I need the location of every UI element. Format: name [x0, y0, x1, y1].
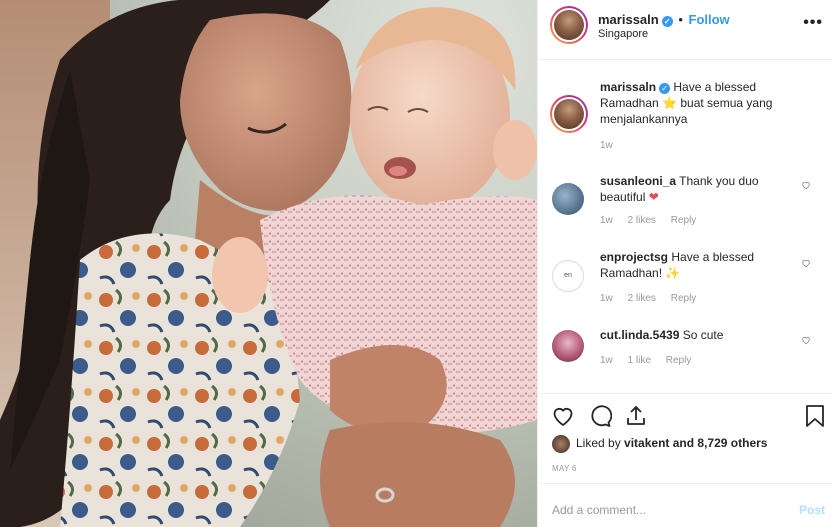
comment-likes[interactable]: 1 like: [628, 355, 651, 366]
commenter-avatar[interactable]: en: [552, 260, 584, 292]
comment-text: susanleoni_a Thank you duo beautiful ❤: [600, 174, 759, 204]
comment-text: cut.linda.5439 So cute: [600, 328, 724, 342]
post-photo[interactable]: [0, 0, 537, 527]
caption-avatar[interactable]: [550, 95, 588, 133]
reply-button[interactable]: Reply: [671, 215, 697, 226]
caption-username[interactable]: marissaln: [600, 80, 656, 94]
like-comment-heart-icon[interactable]: [801, 180, 811, 190]
heart-emoji-icon: ❤: [648, 190, 659, 204]
post-date[interactable]: MAY 6: [552, 464, 577, 473]
caption-text: marissaln ✓ Have a blessed Ramadhan ⭐ bua…: [600, 80, 773, 126]
post-header: marissaln ✓ • Follow Singapore •••: [538, 0, 832, 60]
comment-bubble-icon[interactable]: [588, 404, 612, 428]
follow-button[interactable]: Follow: [689, 12, 730, 27]
more-options-icon[interactable]: •••: [803, 14, 823, 32]
liker-username[interactable]: vitakent: [624, 436, 669, 450]
mother-kissing-baby-photo: [0, 0, 537, 527]
share-icon[interactable]: [624, 404, 648, 428]
verified-badge-icon: ✓: [661, 16, 673, 27]
comment-time[interactable]: 1w: [600, 215, 613, 226]
star-emoji-icon: ⭐: [662, 96, 678, 110]
comment-username[interactable]: enprojectsg: [600, 250, 668, 264]
like-comment-heart-icon[interactable]: [801, 335, 811, 345]
comments-list: marissaln ✓ Have a blessed Ramadhan ⭐ bua…: [538, 61, 832, 393]
likes-count-link[interactable]: and 8,729 others: [673, 436, 768, 450]
bookmark-icon[interactable]: [804, 404, 826, 428]
location-link[interactable]: Singapore: [598, 28, 648, 40]
comment-meta: 1w 2 likes Reply: [600, 215, 708, 226]
author-username[interactable]: marissaln: [598, 12, 659, 27]
comment-time[interactable]: 1w: [600, 355, 613, 366]
reply-button[interactable]: Reply: [671, 293, 697, 304]
author-avatar[interactable]: [550, 6, 588, 44]
likes-summary: Liked by vitakent and 8,729 others: [552, 435, 767, 453]
comment-time[interactable]: 1w: [600, 293, 613, 304]
comment-likes[interactable]: 2 likes: [628, 293, 656, 304]
comment-text: enprojectsg Have a blessed Ramadhan! ✨: [600, 250, 755, 280]
separator-dot: •: [678, 12, 683, 27]
comment-meta: 1w 1 like Reply: [600, 355, 703, 366]
verified-badge-icon: ✓: [659, 83, 671, 94]
comment-username[interactable]: cut.linda.5439: [600, 328, 679, 342]
comment-username[interactable]: susanleoni_a: [600, 174, 676, 188]
comment-likes[interactable]: 2 likes: [628, 215, 656, 226]
commenter-avatar[interactable]: [552, 330, 584, 362]
commenter-avatar[interactable]: [552, 183, 584, 215]
comment-meta: 1w 2 likes Reply: [600, 293, 708, 304]
add-comment-bar: Add a comment... Post: [538, 483, 832, 527]
reply-button[interactable]: Reply: [666, 355, 692, 366]
caption-time[interactable]: 1w: [600, 140, 613, 151]
sparkles-emoji-icon: ✨: [665, 266, 681, 280]
comment-input[interactable]: Add a comment...: [552, 503, 646, 517]
liker-avatar[interactable]: [552, 435, 570, 453]
caption-meta: 1w: [600, 140, 625, 151]
like-heart-icon[interactable]: [551, 404, 575, 428]
post-actions: Liked by vitakent and 8,729 others MAY 6: [538, 393, 832, 477]
like-comment-heart-icon[interactable]: [801, 258, 811, 268]
post-side-panel: marissaln ✓ • Follow Singapore ••• mariss…: [537, 0, 832, 527]
post-comment-button[interactable]: Post: [799, 503, 825, 517]
